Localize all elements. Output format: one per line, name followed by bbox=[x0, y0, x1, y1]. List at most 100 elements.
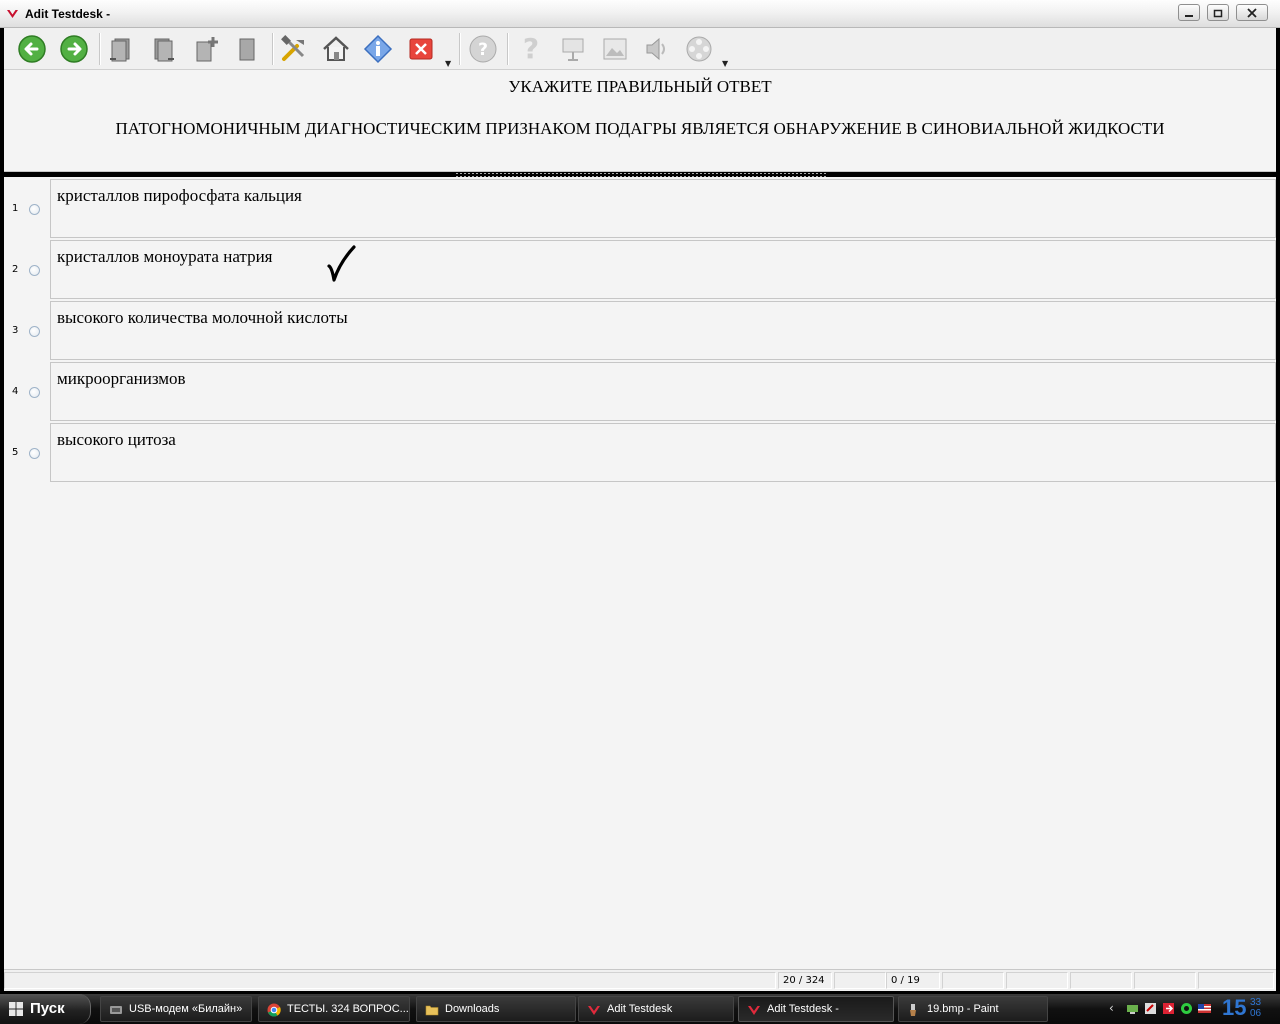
answer-text: микроорганизмов bbox=[57, 369, 186, 388]
testdesk-icon bbox=[748, 1006, 760, 1015]
image-button[interactable] bbox=[598, 32, 632, 66]
clock-minute: 33 bbox=[1250, 997, 1262, 1008]
tools-button[interactable] bbox=[277, 32, 311, 66]
taskbar-item-label: Downloads bbox=[445, 1003, 500, 1015]
exit-app-icon[interactable] bbox=[1162, 1002, 1175, 1015]
minimize-icon bbox=[1185, 14, 1193, 17]
clock-second: 06 bbox=[1250, 1008, 1262, 1019]
window-title: Adit Testdesk - bbox=[25, 7, 111, 21]
exit-button[interactable] bbox=[404, 32, 438, 66]
folder-icon bbox=[425, 1005, 439, 1016]
status-bar: 20 / 324 0 / 19 bbox=[4, 969, 1276, 991]
taskbar-item-modem[interactable]: USB-модем «Билайн» bbox=[100, 996, 252, 1022]
chevron-down-icon[interactable]: ▼ bbox=[722, 59, 728, 68]
answer-number: 1 bbox=[12, 203, 19, 214]
sound-button[interactable] bbox=[640, 32, 674, 66]
presentation-button[interactable] bbox=[556, 32, 590, 66]
answer-option[interactable]: 1 кристаллов пирофосфата кальция bbox=[4, 177, 1276, 238]
taskbar-item-testdesk-active[interactable]: Adit Testdesk - bbox=[738, 996, 894, 1022]
window-title-bar: Adit Testdesk - bbox=[0, 0, 1280, 28]
security-icon[interactable] bbox=[1144, 1002, 1157, 1015]
answer-box[interactable]: кристаллов пирофосфата кальция bbox=[50, 179, 1276, 238]
status-cell bbox=[1134, 972, 1196, 989]
answer-box[interactable]: кристаллов моноурата натрия bbox=[50, 240, 1276, 299]
modem-icon bbox=[110, 1006, 122, 1014]
answer-radio[interactable] bbox=[29, 326, 40, 337]
next-document-icon bbox=[154, 38, 174, 62]
hint-icon: ? bbox=[523, 34, 539, 64]
taskbar-item-downloads[interactable]: Downloads bbox=[416, 996, 576, 1022]
taskbar-item-testdesk[interactable]: Adit Testdesk bbox=[578, 996, 734, 1022]
taskbar-item-paint[interactable]: 19.bmp - Paint bbox=[898, 996, 1048, 1022]
taskbar-item-label: USB-модем «Билайн» bbox=[129, 1003, 243, 1015]
status-cell bbox=[834, 972, 886, 989]
info-button[interactable] bbox=[361, 32, 395, 66]
exit-icon bbox=[409, 38, 433, 60]
windows-logo-icon bbox=[9, 1002, 23, 1016]
status-cell bbox=[1198, 972, 1274, 989]
taskbar: Пуск USB-модем «Билайн» ТЕСТЫ. 324 ВОПРО… bbox=[0, 994, 1280, 1024]
help-icon: ? bbox=[469, 35, 497, 63]
forward-button[interactable] bbox=[57, 32, 91, 66]
video-button[interactable] bbox=[682, 32, 716, 66]
sound-icon bbox=[646, 37, 665, 61]
start-button[interactable]: Пуск bbox=[0, 994, 91, 1024]
next-document-button[interactable] bbox=[146, 32, 180, 66]
tray-expand-icon[interactable]: ‹ bbox=[1109, 1001, 1114, 1015]
answer-text: высокого количества молочной кислоты bbox=[57, 308, 348, 327]
presentation-icon bbox=[562, 38, 584, 61]
prev-document-button[interactable] bbox=[104, 32, 138, 66]
taskbar-item-label: Adit Testdesk bbox=[607, 1003, 673, 1015]
home-button[interactable] bbox=[319, 32, 353, 66]
answer-radio[interactable] bbox=[29, 448, 40, 459]
answer-option[interactable]: 4 микроорганизмов bbox=[4, 360, 1276, 421]
answer-box[interactable]: высокого цитоза bbox=[50, 423, 1276, 482]
help-button[interactable]: ? bbox=[466, 32, 500, 66]
svg-text:?: ? bbox=[478, 40, 488, 60]
answer-number: 5 bbox=[12, 447, 19, 458]
answer-text: кристаллов моноурата натрия bbox=[57, 247, 273, 266]
video-icon bbox=[686, 36, 712, 62]
start-label: Пуск bbox=[30, 1000, 65, 1017]
answer-box[interactable]: высокого количества молочной кислоты bbox=[50, 301, 1276, 360]
prev-document-icon bbox=[110, 38, 130, 62]
answer-box[interactable]: микроорганизмов bbox=[50, 362, 1276, 421]
tools-icon bbox=[281, 35, 305, 61]
document-icon bbox=[239, 38, 255, 61]
answer-option[interactable]: 5 высокого цитоза bbox=[4, 421, 1276, 482]
status-cell bbox=[4, 972, 776, 989]
add-document-icon bbox=[196, 37, 218, 62]
main-toolbar: ▼ ? ? ▼ bbox=[4, 28, 1276, 70]
answer-radio[interactable] bbox=[29, 204, 40, 215]
language-flag-icon[interactable] bbox=[1198, 1002, 1211, 1015]
answer-number: 3 bbox=[12, 325, 19, 336]
answer-text: высокого цитоза bbox=[57, 430, 176, 449]
question-heading: УКАЖИТЕ ПРАВИЛЬНЫЙ ОТВЕТ bbox=[508, 77, 772, 96]
taskbar-item-chrome[interactable]: ТЕСТЫ. 324 ВОПРОС... bbox=[258, 996, 410, 1022]
answer-text: кристаллов пирофосфата кальция bbox=[57, 186, 302, 205]
hint-button[interactable]: ? bbox=[514, 32, 548, 66]
add-document-button[interactable] bbox=[189, 32, 223, 66]
maximize-button[interactable] bbox=[1207, 4, 1229, 21]
answers-panel: 1 кристаллов пирофосфата кальция 2 крист… bbox=[4, 177, 1276, 969]
status-cell bbox=[1070, 972, 1132, 989]
answer-option[interactable]: 3 высокого количества молочной кислоты bbox=[4, 299, 1276, 360]
question-text: ПАТОГНОМОНИЧНЫМ ДИАГНОСТИЧЕСКИМ ПРИЗНАКО… bbox=[115, 119, 1165, 138]
minimize-button[interactable] bbox=[1178, 4, 1200, 21]
document-button[interactable] bbox=[230, 32, 264, 66]
taskbar-item-label: Adit Testdesk - bbox=[767, 1003, 839, 1015]
answer-option[interactable]: 2 кристаллов моноурата натрия bbox=[4, 238, 1276, 299]
taskbar-item-label: 19.bmp - Paint bbox=[927, 1003, 999, 1015]
paint-icon bbox=[910, 1004, 916, 1016]
back-button[interactable] bbox=[15, 32, 49, 66]
testdesk-app-icon bbox=[7, 10, 18, 18]
chevron-down-icon[interactable]: ▼ bbox=[445, 59, 451, 68]
answer-radio[interactable] bbox=[29, 387, 40, 398]
system-tray: ‹ 15 33 06 bbox=[1104, 994, 1280, 1024]
network-icon[interactable] bbox=[1126, 1002, 1139, 1015]
status-icon[interactable] bbox=[1180, 1002, 1193, 1015]
answer-number: 4 bbox=[12, 386, 19, 397]
close-window-button[interactable] bbox=[1236, 4, 1268, 21]
svg-text:?: ? bbox=[523, 34, 539, 64]
answer-radio[interactable] bbox=[29, 265, 40, 276]
